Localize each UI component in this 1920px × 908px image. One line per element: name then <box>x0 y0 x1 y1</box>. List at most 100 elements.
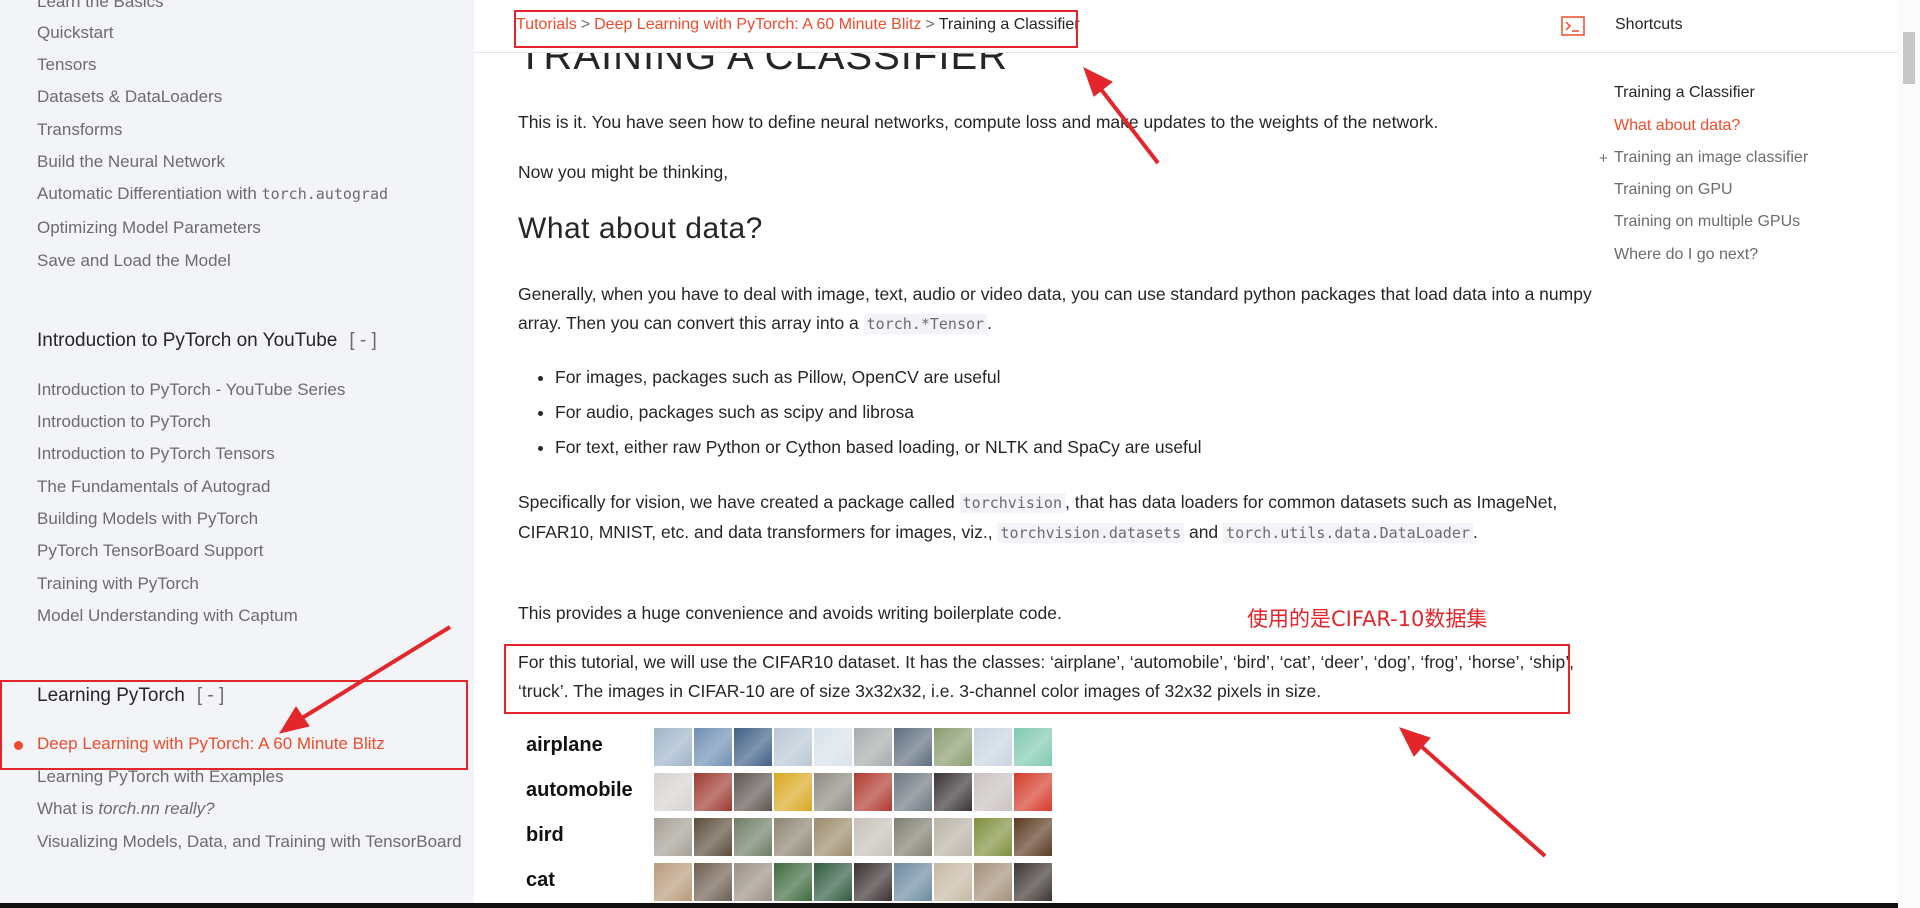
cifar-thumbnail <box>814 773 852 811</box>
cifar-thumbnail <box>734 728 772 766</box>
sidebar-item-intro-tensors[interactable]: Introduction to PyTorch Tensors <box>37 444 275 464</box>
highlight-box-breadcrumb <box>514 10 1078 48</box>
cifar-thumbnail <box>854 863 892 901</box>
sidebar-item-intro-pytorch[interactable]: Introduction to PyTorch <box>37 412 211 432</box>
p4-code-torchvision: torchvision <box>959 493 1065 513</box>
sidebar-item-transforms[interactable]: Transforms <box>37 120 122 140</box>
toc-item-training-multi-gpu[interactable]: Training on multiple GPUs <box>1614 213 1800 231</box>
p3-text-b: . <box>987 313 992 333</box>
sidebar-item-torch-nn-italic: torch.nn really? <box>98 799 215 818</box>
cifar-thumbnail <box>934 863 972 901</box>
p4-text-d: . <box>1472 522 1478 542</box>
cifar-row-airplane: airplane <box>526 728 1126 768</box>
section-heading-what-about-data: What about data? <box>518 212 763 245</box>
sidebar-item-captum[interactable]: Model Understanding with Captum <box>37 606 298 626</box>
cifar-thumbnail <box>1014 863 1052 901</box>
p4-code-dataloader: torch.utils.data.DataLoader <box>1223 523 1473 543</box>
toc-item-training-gpu[interactable]: Training on GPU <box>1614 181 1733 199</box>
cifar-thumbnail <box>894 728 932 766</box>
cifar-thumbnail <box>774 728 812 766</box>
sidebar-item-build-nn[interactable]: Build the Neural Network <box>37 152 225 172</box>
shortcuts-label[interactable]: Shortcuts <box>1615 16 1683 34</box>
cifar-thumbnail <box>1014 818 1052 856</box>
cifar-thumbnail <box>774 863 812 901</box>
cifar-thumbnail <box>934 818 972 856</box>
main-content-area: TRAINING A CLASSIFIER This is it. You ha… <box>474 0 1920 908</box>
cifar-thumbnail <box>654 818 692 856</box>
sidebar-section-youtube: Introduction to PyTorch on YouTube [ - ] <box>37 330 377 352</box>
toc-title[interactable]: Training a Classifier <box>1614 84 1755 102</box>
p3-text-a: Generally, when you have to deal with im… <box>518 284 1592 333</box>
sidebar-item-autograd-code: torch.autograd <box>261 185 389 203</box>
cifar-thumbnail <box>694 728 732 766</box>
cifar-thumbnail <box>854 728 892 766</box>
sidebar-item-examples[interactable]: Learning PyTorch with Examples <box>37 767 284 787</box>
cifar-thumbnail <box>934 728 972 766</box>
sidebar-item-learn-the-basics[interactable]: Learn the Basics <box>37 0 164 12</box>
sidebar-item-visualizing[interactable]: Visualizing Models, Data, and Training w… <box>37 832 462 852</box>
terminal-icon[interactable] <box>1561 16 1585 36</box>
cifar-row-automobile: automobile <box>526 773 1126 813</box>
vertical-scrollbar[interactable] <box>1898 0 1920 908</box>
cifar-thumbnail <box>894 863 932 901</box>
package-list: For images, packages such as Pillow, Ope… <box>518 360 1202 465</box>
cifar-thumbnail <box>854 773 892 811</box>
cifar-thumbnail <box>734 773 772 811</box>
window-bottom-edge <box>0 903 1898 908</box>
sidebar-item-autograd-fundamentals[interactable]: The Fundamentals of Autograd <box>37 477 270 497</box>
sidebar-item-autograd-label: Automatic Differentiation with <box>37 184 262 203</box>
highlight-box-cifar-paragraph <box>504 644 1570 714</box>
sidebar-item-youtube-series[interactable]: Introduction to PyTorch - YouTube Series <box>37 380 345 400</box>
toc-item-training-image-classifier[interactable]: Training an image classifier <box>1614 149 1808 167</box>
sidebar-item-datasets-dataloaders[interactable]: Datasets & DataLoaders <box>37 87 222 107</box>
cifar-thumbnail <box>734 863 772 901</box>
cifar-row-bird: bird <box>526 818 1126 858</box>
scrollbar-thumb[interactable] <box>1903 32 1915 84</box>
toc-expand-icon[interactable]: + <box>1599 150 1608 167</box>
cifar-thumbnail <box>814 818 852 856</box>
annotation-cifar10-note: 使用的是CIFAR-10数据集 <box>1247 607 1488 631</box>
cifar-row-cat: cat <box>526 863 1126 903</box>
list-item: For images, packages such as Pillow, Ope… <box>555 360 1202 395</box>
cifar-class-label: cat <box>526 869 555 891</box>
sidebar-item-building-models[interactable]: Building Models with PyTorch <box>37 509 258 529</box>
cifar-thumbnail <box>974 728 1012 766</box>
toc-item-what-about-data[interactable]: What about data? <box>1614 117 1740 135</box>
cifar-thumbnail <box>974 773 1012 811</box>
sidebar-item-autograd[interactable]: Automatic Differentiation with torch.aut… <box>37 184 388 204</box>
sidebar-item-tensorboard-support[interactable]: PyTorch TensorBoard Support <box>37 541 263 561</box>
sidebar-item-quickstart[interactable]: Quickstart <box>37 23 114 43</box>
cifar-thumbnail <box>894 818 932 856</box>
cifar-thumbnail <box>894 773 932 811</box>
cifar-thumbnail <box>814 728 852 766</box>
cifar-thumbnail <box>774 818 812 856</box>
cifar-thumbnail <box>734 818 772 856</box>
cifar-class-label: automobile <box>526 779 633 801</box>
p3-code: torch.*Tensor <box>863 314 988 334</box>
sidebar-item-optimizing[interactable]: Optimizing Model Parameters <box>37 218 261 238</box>
sidebar-item-save-load[interactable]: Save and Load the Model <box>37 251 231 271</box>
cifar-thumbnail <box>1014 773 1052 811</box>
cifar-thumbnail <box>774 773 812 811</box>
cifar-thumbnail <box>974 818 1012 856</box>
sidebar-item-tensors[interactable]: Tensors <box>37 55 97 75</box>
cifar-class-label: airplane <box>526 734 603 756</box>
paragraph-torchvision: Specifically for vision, we have created… <box>518 488 1608 548</box>
paragraph-intro: This is it. You have seen how to define … <box>518 112 1439 132</box>
sidebar-section-youtube-toggle[interactable]: [ - ] <box>349 330 376 351</box>
cifar-thumbnail <box>694 818 732 856</box>
sidebar-item-torch-nn[interactable]: What is torch.nn really? <box>37 799 215 819</box>
cifar-thumbnail <box>654 773 692 811</box>
toc-item-where-next[interactable]: Where do I go next? <box>1614 246 1758 264</box>
p4-text-a: Specifically for vision, we have created… <box>518 492 960 512</box>
sidebar-item-torch-nn-plain: What is <box>37 799 99 818</box>
cifar-thumbnail <box>974 863 1012 901</box>
p4-text-c: and <box>1184 522 1224 542</box>
sidebar-item-training[interactable]: Training with PyTorch <box>37 574 199 594</box>
cifar-thumbnail <box>694 773 732 811</box>
cifar-thumbnail <box>934 773 972 811</box>
cifar-thumbnail <box>654 728 692 766</box>
list-item: For text, either raw Python or Cython ba… <box>555 430 1202 465</box>
cifar-class-label: bird <box>526 824 564 846</box>
cifar-thumbnail <box>654 863 692 901</box>
